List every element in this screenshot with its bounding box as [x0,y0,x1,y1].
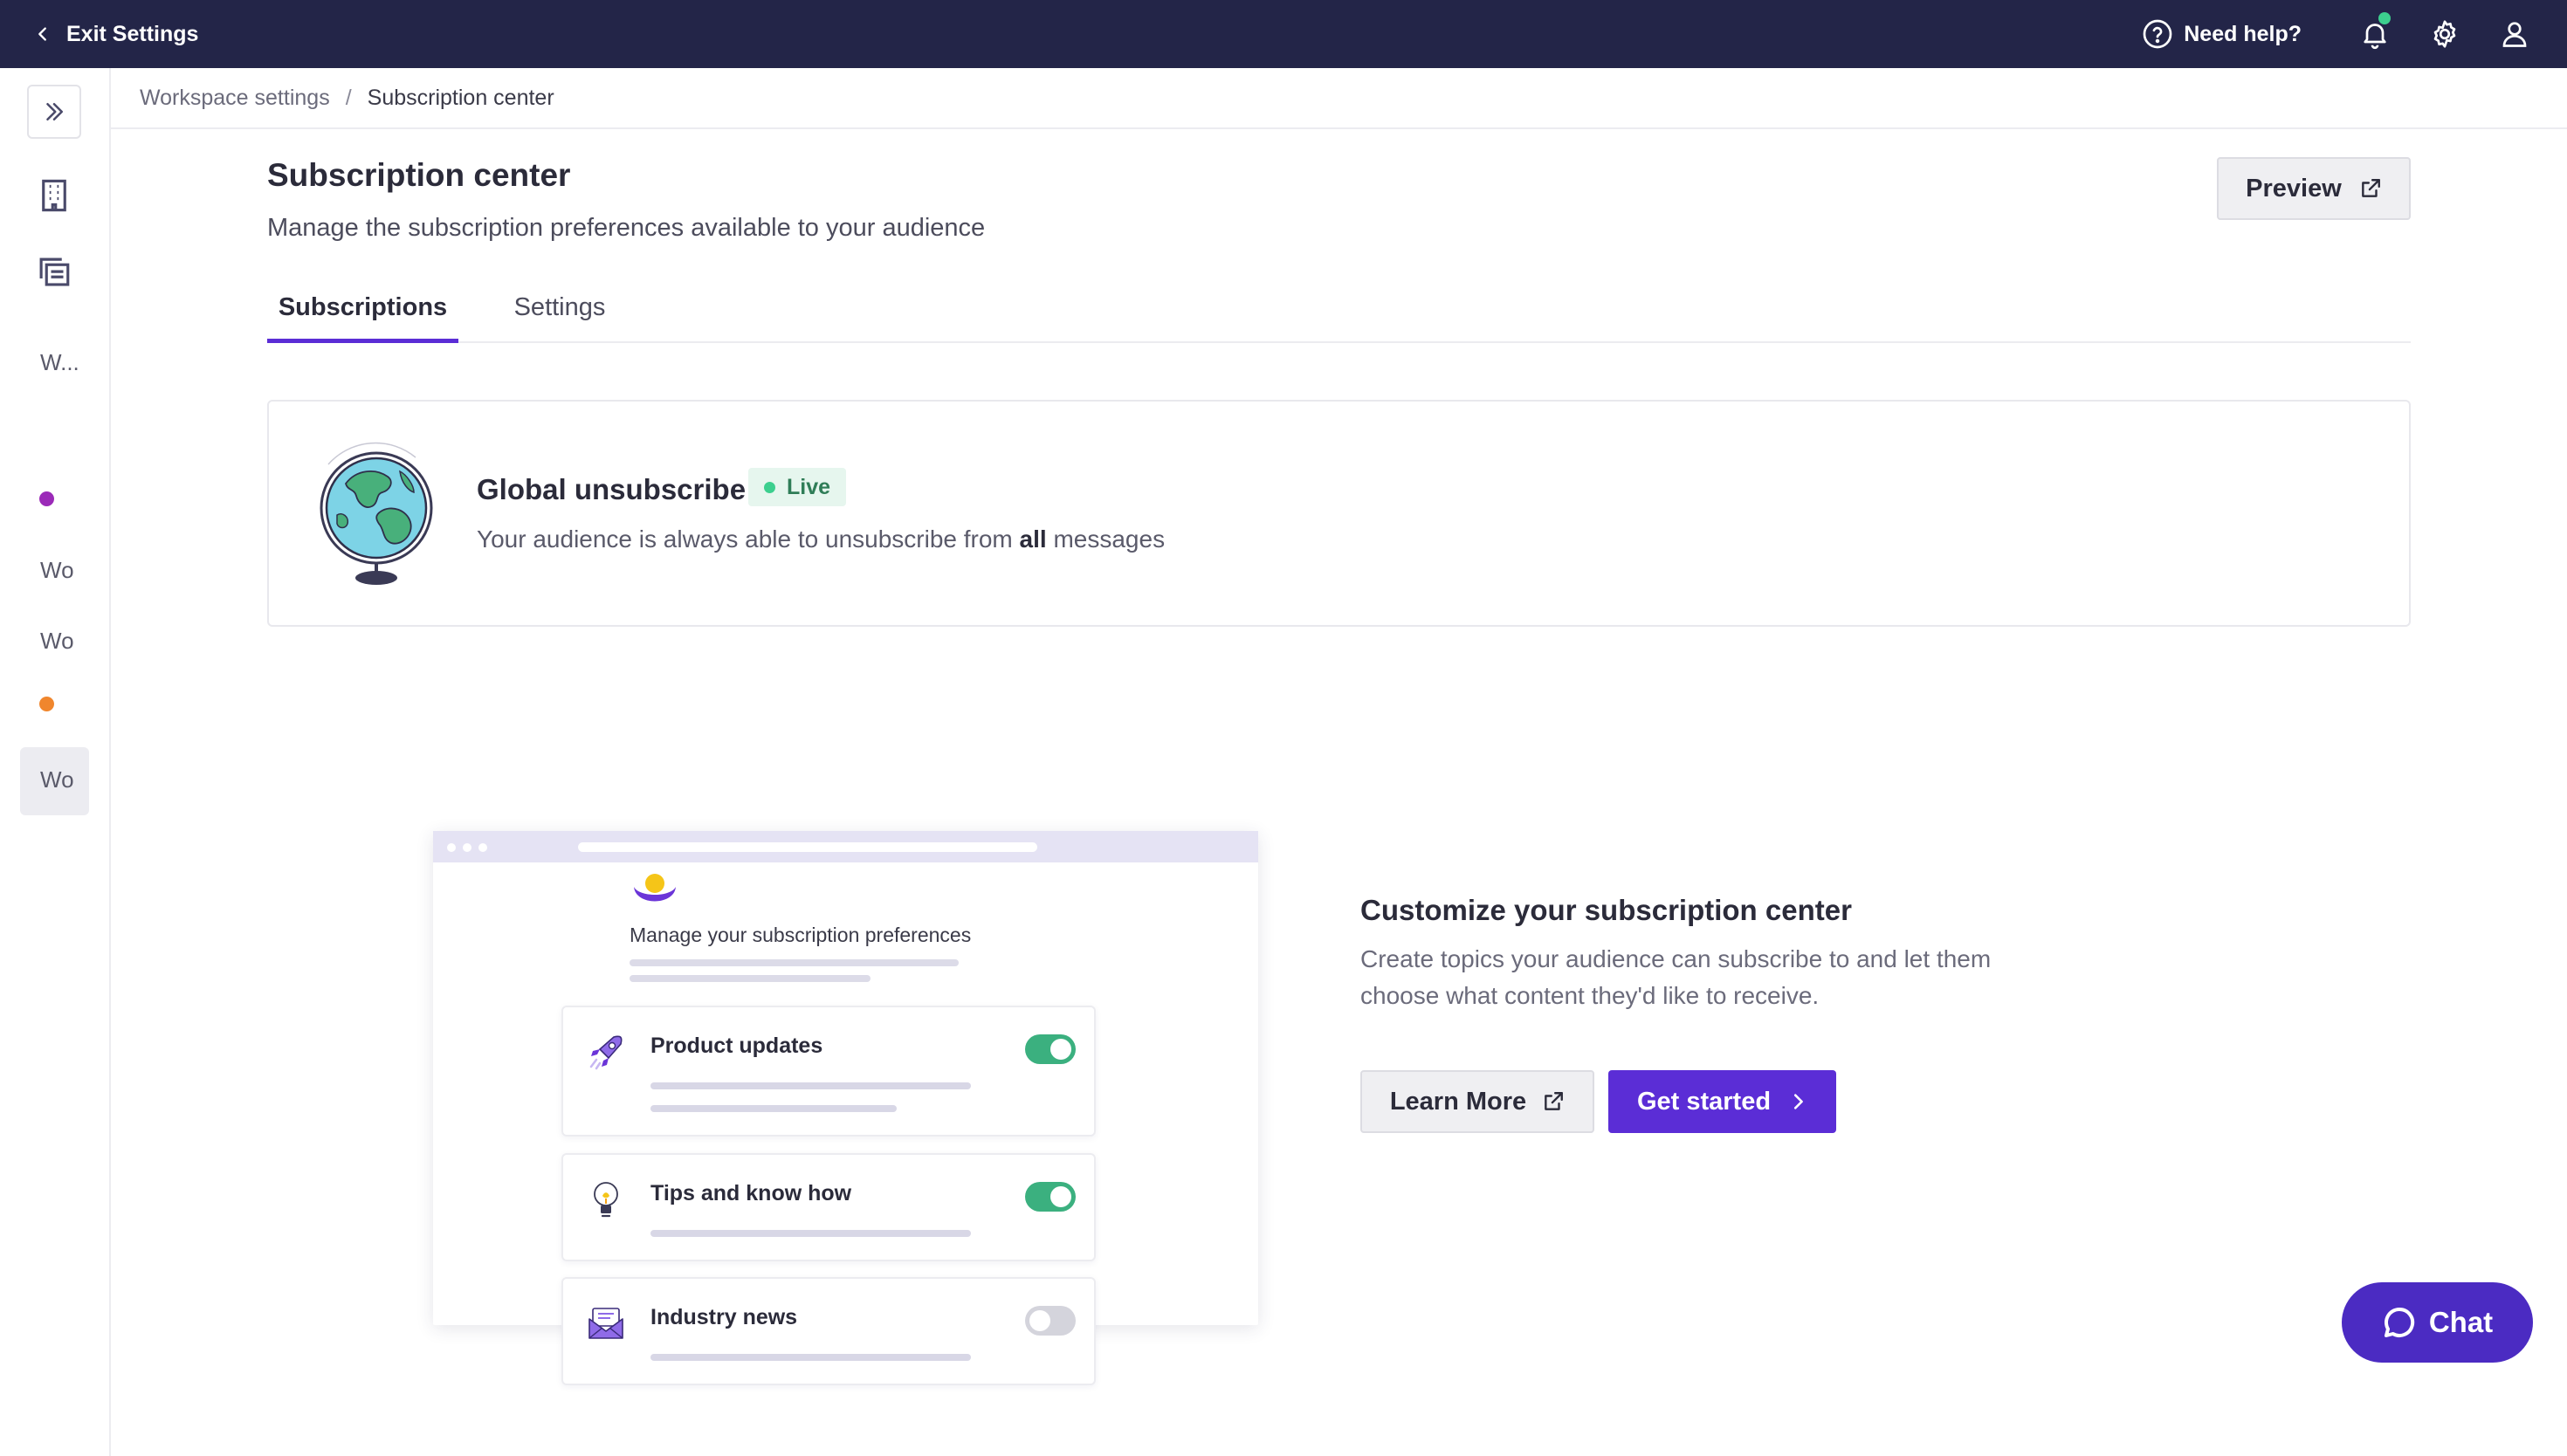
rocket-icon [589,1035,623,1070]
preference-toggle[interactable] [1025,1306,1076,1336]
rail-item-label[interactable]: Wo [40,628,74,655]
breadcrumb-separator: / [345,85,352,110]
placeholder-line [650,1082,971,1089]
get-started-label: Get started [1636,1087,1772,1116]
rail-item-workspace[interactable] [33,175,75,216]
rail-item-label[interactable]: Wo [40,766,74,793]
global-unsubscribe-description: Your audience is always able to unsubscr… [477,525,1165,553]
chevron-right-icon [1794,1094,1803,1109]
rail-status-dot [39,697,54,711]
chat-bubble-icon [2384,1307,2414,1337]
tab-settings[interactable]: Settings [507,284,612,343]
tab-subscriptions[interactable]: Subscriptions [267,284,458,343]
preference-card-tips: Tips and know how [561,1153,1096,1261]
preference-label: Product updates [650,1034,823,1058]
mock-window-dot [463,843,471,852]
envelope-icon [588,1308,623,1339]
get-started-button[interactable]: Get started [1608,1070,1836,1133]
need-help-label: Need help? [2184,21,2302,46]
external-link-icon [2361,179,2380,197]
mock-browser-bar [433,831,1258,862]
placeholder-line [650,1230,971,1237]
preview-button[interactable]: Preview [2217,157,2411,220]
notifications-button[interactable] [2340,0,2410,68]
chat-button[interactable]: Chat [2342,1282,2533,1363]
rail-item-messages[interactable] [33,251,75,293]
profile-button[interactable] [2480,0,2550,68]
mock-heading: Manage your subscription preferences [630,924,972,946]
preference-card-product-updates: Product updates [561,1006,1096,1137]
notification-dot [2378,12,2391,24]
external-link-icon [1545,1092,1564,1110]
breadcrumb-current: Subscription center [367,85,554,110]
chevron-left-icon [38,27,46,41]
preview-label: Preview [2246,174,2342,203]
global-unsubscribe-title: Global unsubscribe [477,473,747,505]
learn-more-label: Learn More [1389,1087,1527,1116]
mock-window-dot [447,843,456,852]
preference-label: Industry news [650,1305,798,1329]
rail-item-label[interactable]: W... [40,349,79,376]
rail-item-label[interactable]: Wo [40,557,74,584]
chevrons-right-icon [46,103,63,120]
exit-settings-label: Exit Settings [66,21,199,46]
top-bar: Exit Settings Need help? [0,0,2567,68]
preference-card-industry-news: Industry news [561,1277,1096,1385]
breadcrumb-workspace-settings[interactable]: Workspace settings [140,86,330,111]
left-rail: W... Wo Wo Wo [0,68,111,1456]
settings-button[interactable] [2410,0,2480,68]
mock-url-bar [578,842,1037,852]
page-subtitle: Manage the subscription preferences avai… [267,214,986,242]
brand-logo-icon [634,874,676,902]
mock-window-dot [478,843,487,852]
need-help-button[interactable]: Need help? [2142,18,2302,50]
building-icon [42,179,66,212]
copy-list-icon [39,258,70,286]
user-icon [2502,22,2527,47]
preference-label: Tips and know how [650,1181,852,1205]
tab-bar: Subscriptions Settings [267,284,2411,343]
preference-toggle[interactable] [1025,1034,1076,1064]
breadcrumb: Workspace settings / Subscription center [111,68,2567,129]
expand-rail-button[interactable] [27,85,81,139]
global-unsubscribe-card: Global unsubscribe Live Your audience is… [267,400,2411,627]
customize-description: Create topics your audience can subscrib… [1360,945,1992,1009]
status-badge: Live [748,468,847,506]
description-text: messages [1046,525,1166,553]
gear-icon [2433,20,2456,48]
globe-icon [320,442,433,585]
customize-title: Customize your subscription center [1360,894,1852,926]
learn-more-button[interactable]: Learn More [1360,1070,1594,1133]
placeholder-line [630,959,959,966]
placeholder-line [650,1354,971,1361]
top-bar-actions: Need help? [2142,0,2550,68]
page-title: Subscription center [267,157,571,193]
placeholder-line [650,1105,897,1112]
help-circle-icon [2143,19,2172,49]
description-text: Your audience is always able to unsubscr… [477,525,1020,553]
rail-status-dot [39,491,54,506]
description-emphasis: all [1019,525,1047,553]
preference-toggle[interactable] [1025,1182,1076,1212]
lightbulb-icon [594,1182,618,1218]
placeholder-line [630,975,871,982]
chat-label: Chat [2428,1306,2494,1338]
exit-settings-button[interactable]: Exit Settings [33,22,198,47]
